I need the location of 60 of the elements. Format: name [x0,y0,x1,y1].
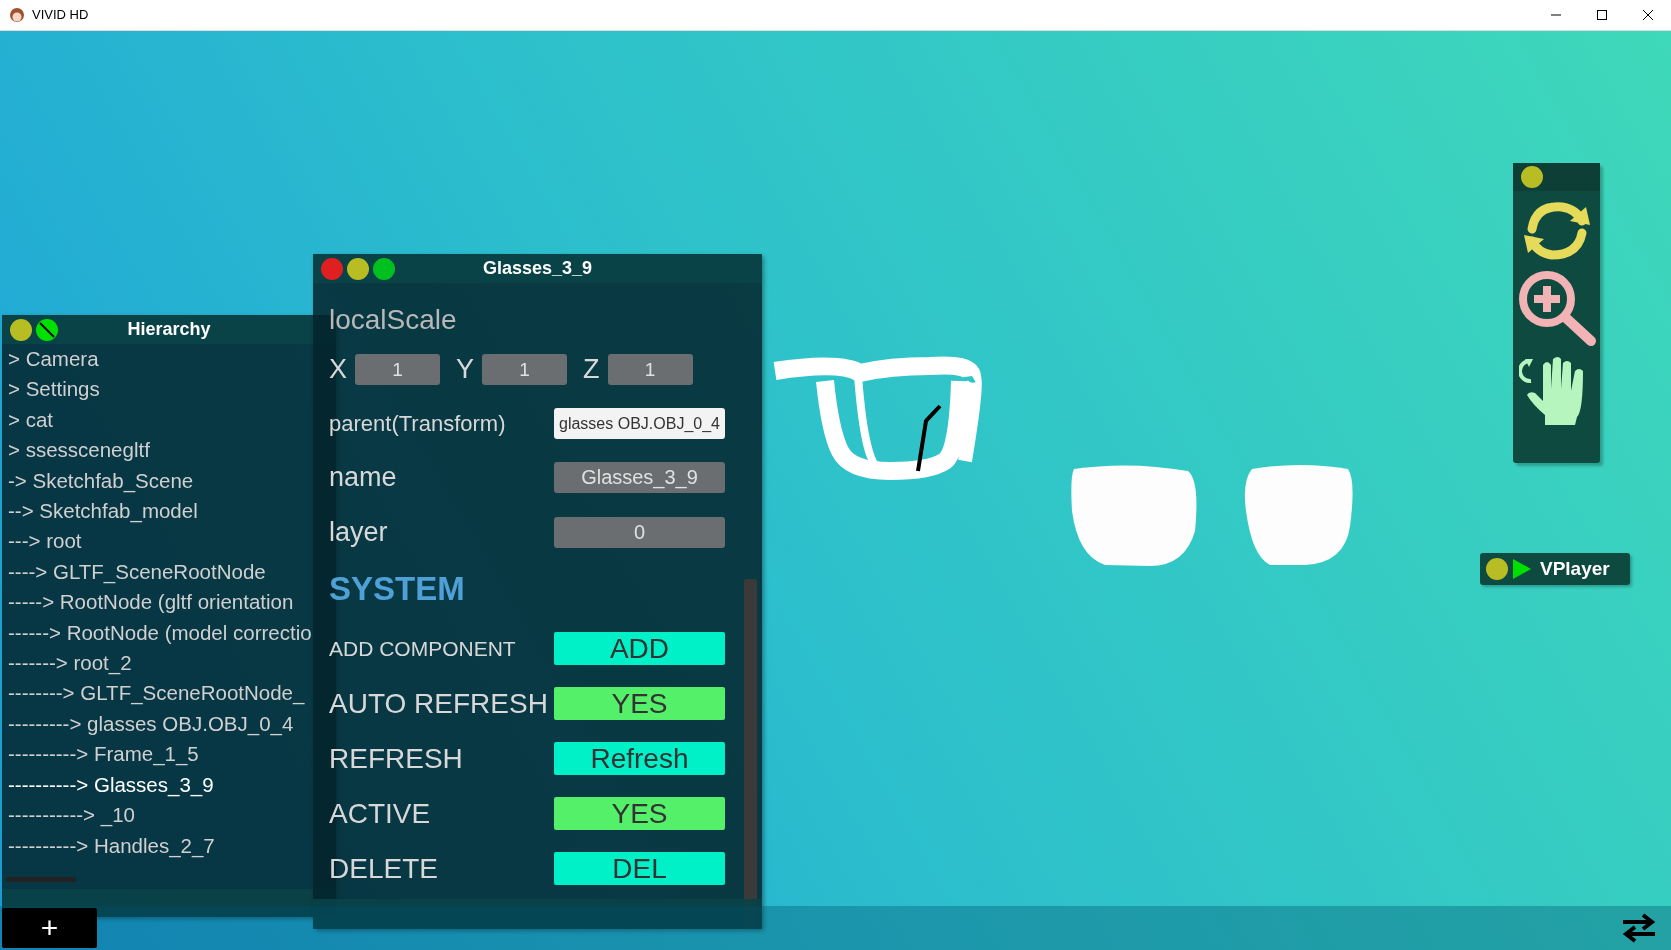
tree-item[interactable]: > ssesscenegltf [2,435,150,466]
tree-item[interactable]: ----------> Handles_2_7 [2,830,215,861]
action-label: AUTO REFRESH [329,686,548,721]
tree-item[interactable]: -------> root_2 [2,648,132,679]
maximize-button[interactable] [373,257,395,280]
field-label: name [329,460,397,494]
minimize-button[interactable] [1486,558,1508,580]
tree-item[interactable]: -----------> _10 [2,800,135,831]
tree-item[interactable]: ---> root [2,526,82,557]
axis-label: Y [456,353,475,386]
zoom-in-icon[interactable] [1516,269,1597,347]
tree-item[interactable]: > Camera [2,344,99,375]
field-label: layer [329,515,388,549]
axis-label: Z [583,353,600,386]
input-field[interactable]: glasses OBJ.OBJ_0_4 [554,408,725,439]
app-icon [8,7,26,23]
tree-item[interactable]: ----> GLTF_SceneRootNode [2,556,266,588]
tree-item[interactable]: ------> RootNode (model correctio [2,617,312,649]
action-label: ACTIVE [329,796,431,831]
axis-label: X [329,353,347,386]
tree-item[interactable]: ---------> glasses OBJ.OBJ_0_4 [2,708,294,740]
toggle-button[interactable]: YES [554,797,725,830]
panel-title: Hierarchy [127,319,211,339]
tree-item[interactable]: --> Sketchfab_model [2,496,198,527]
tree-item[interactable]: --------> GLTF_SceneRootNode_ [2,678,305,709]
action-label: REFRESH [329,741,463,776]
tree-item[interactable]: > cat [2,404,53,436]
toggle-icon[interactable] [36,318,58,341]
action-label: ADD COMPONENT [329,635,516,662]
readonly-field: 0 [554,516,725,548]
scale-field[interactable]: 1 [355,353,440,385]
maximize-icon[interactable] [1596,9,1608,21]
tree-item[interactable]: ----------> Glasses_3_9 [2,769,214,801]
tree-item[interactable]: -> Sketchfab_Scene [2,465,194,497]
minimize-button[interactable] [10,318,32,341]
window-title: VIVID HD [32,6,89,25]
field-label: parent(Transform) [329,410,506,438]
close-icon[interactable] [1642,9,1654,21]
panel-title: Glasses_3_9 [482,258,593,278]
section-title: SYSTEM [329,568,466,609]
swap-icon[interactable] [1621,912,1657,944]
scale-field[interactable]: 1 [482,353,568,385]
action-button[interactable]: ADD [554,632,725,665]
scale-field[interactable]: 1 [607,353,693,385]
minimize-button[interactable] [1521,166,1543,188]
action-label: DELETE [329,851,438,886]
scrollbar[interactable] [6,877,76,882]
play-icon[interactable] [1512,558,1532,580]
close-button[interactable] [321,257,343,280]
tree-item[interactable]: -----> RootNode (gltf orientation [2,587,294,618]
add-button[interactable]: + [2,908,97,948]
action-button[interactable]: DEL [554,852,725,885]
readonly-field: Glasses_3_9 [554,461,725,493]
player-label: VPlayer [1540,556,1610,581]
tree-item[interactable]: ----------> Frame_1_5 [2,739,199,770]
minimize-button[interactable] [347,257,369,280]
action-button[interactable]: Refresh [554,742,725,775]
section-label: localScale [329,303,458,337]
toggle-button[interactable]: YES [554,687,725,720]
tree-item[interactable]: > Settings [2,374,100,405]
